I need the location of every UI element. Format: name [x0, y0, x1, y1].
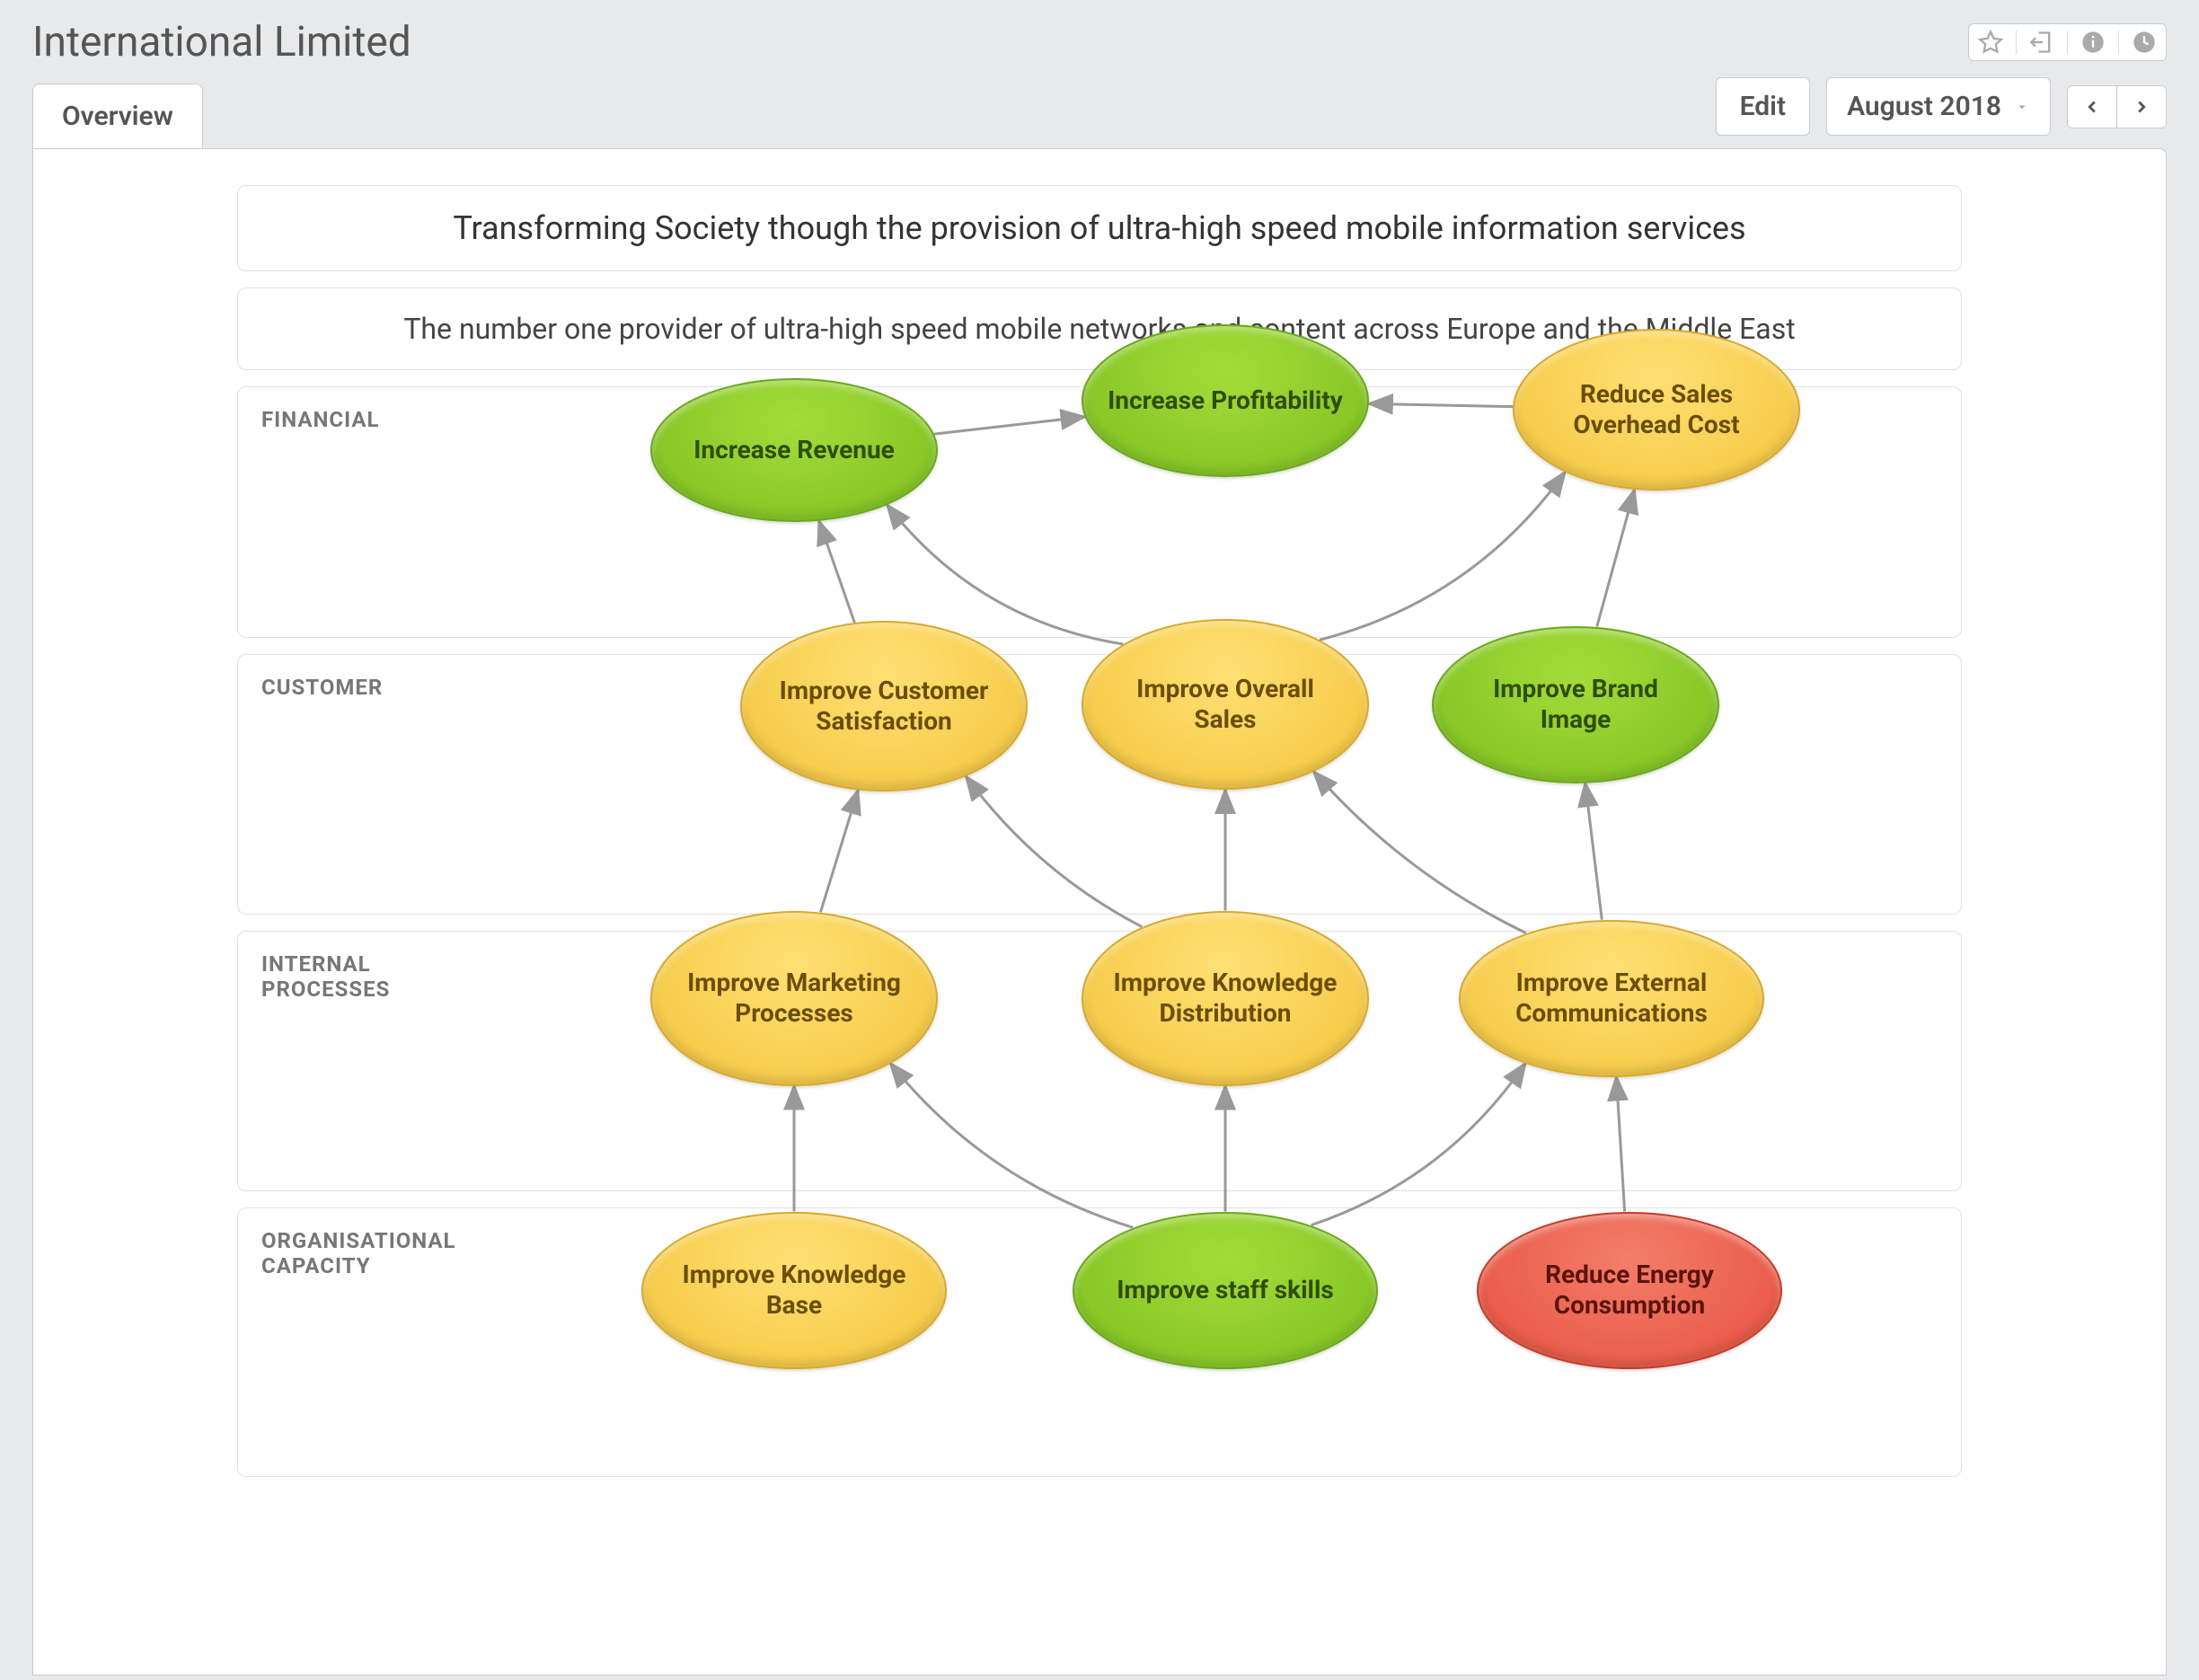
node-energy[interactable]: Reduce Energy Consumption — [1477, 1212, 1782, 1369]
node-custSat[interactable]: Improve Customer Satisfaction — [740, 621, 1028, 791]
node-staffSkills[interactable]: Improve staff skills — [1073, 1212, 1378, 1369]
clock-icon[interactable] — [2132, 30, 2157, 55]
content-area: Transforming Society though the provisio… — [32, 148, 2167, 1676]
node-extComms[interactable]: Improve External Communications — [1459, 920, 1764, 1077]
period-selector[interactable]: August 2018 — [1826, 77, 2051, 136]
info-icon[interactable] — [2080, 30, 2106, 55]
star-icon[interactable] — [1978, 30, 2003, 55]
period-nav — [2067, 85, 2167, 128]
export-icon[interactable] — [2029, 30, 2054, 55]
chevron-right-icon — [2132, 97, 2151, 117]
period-label: August 2018 — [1847, 91, 2001, 122]
node-incProfit[interactable]: Increase Profitability — [1082, 324, 1369, 477]
mission-card: Transforming Society though the provisio… — [237, 185, 1962, 271]
node-knowledgeDist[interactable]: Improve Knowledge Distribution — [1082, 911, 1369, 1086]
header-action-bar — [1968, 23, 2167, 61]
perspective-label: CUSTOMER — [261, 675, 477, 700]
separator — [2067, 31, 2068, 54]
perspective-label: ORGANISATIONAL CAPACITY — [261, 1228, 477, 1278]
prev-period-button[interactable] — [2068, 86, 2116, 128]
chevron-down-icon — [2014, 99, 2030, 115]
perspective-label: INTERNAL PROCESSES — [261, 951, 477, 1002]
node-overallSales[interactable]: Improve Overall Sales — [1082, 619, 1369, 790]
node-brandImage[interactable]: Improve Brand Image — [1432, 626, 1719, 783]
chevron-left-icon — [2082, 97, 2102, 117]
separator — [2016, 31, 2017, 54]
node-incRevenue[interactable]: Increase Revenue — [650, 378, 938, 522]
perspective-label: FINANCIAL — [261, 407, 477, 432]
node-reduceCost[interactable]: Reduce Sales Overhead Cost — [1513, 329, 1800, 491]
node-knowledgeBase[interactable]: Improve Knowledge Base — [641, 1212, 947, 1369]
tab-overview[interactable]: Overview — [32, 84, 203, 148]
page-title: International Limited — [32, 18, 411, 66]
next-period-button[interactable] — [2116, 86, 2166, 128]
separator — [2118, 31, 2119, 54]
node-marketing[interactable]: Improve Marketing Processes — [650, 911, 938, 1086]
edit-button[interactable]: Edit — [1716, 77, 1810, 136]
